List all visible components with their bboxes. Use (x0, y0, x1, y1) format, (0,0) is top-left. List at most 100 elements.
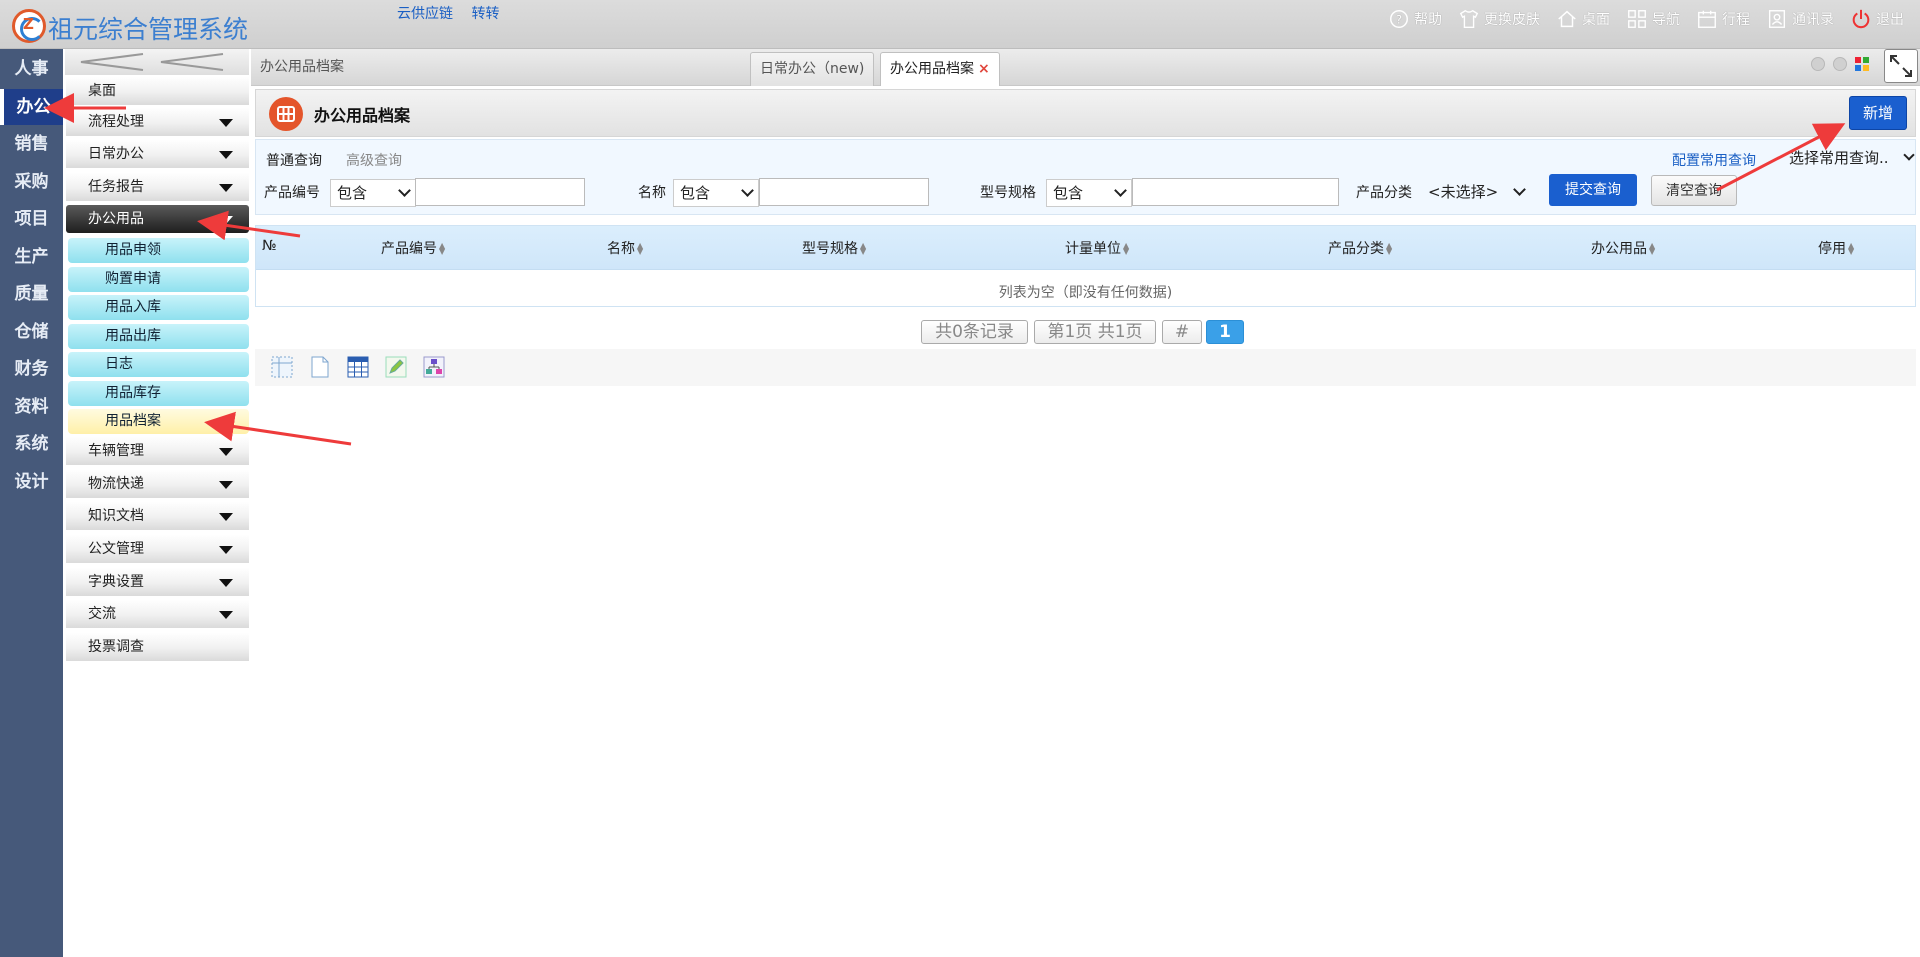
menu-item-supply-request[interactable]: 用品申领 (68, 238, 249, 263)
product-code-input[interactable] (415, 178, 585, 206)
navigation-button[interactable]: 导航 (1626, 8, 1680, 30)
caret-down-icon (219, 119, 233, 127)
select-columns-icon[interactable] (270, 355, 294, 379)
module-system[interactable]: 系统 (4, 426, 59, 462)
tree-structure-icon[interactable] (422, 355, 446, 379)
tab-advanced-query[interactable]: 高级查询 (346, 150, 402, 170)
menu-group-office-supplies[interactable]: 办公用品 (66, 205, 249, 233)
fullscreen-button[interactable] (1884, 49, 1918, 83)
sort-icon: ▲ ▼ (1386, 241, 1393, 256)
module-data[interactable]: 资料 (4, 389, 59, 425)
column-label: 办公用品 (1591, 241, 1647, 257)
name-input[interactable] (759, 178, 929, 206)
column-header-model-spec[interactable]: 型号规格 ▲ ▼ (802, 238, 866, 258)
help-button[interactable]: ? 帮助 (1388, 8, 1442, 30)
module-hr[interactable]: 人事 (4, 51, 59, 87)
page-title: 办公用品档案 (314, 106, 411, 125)
category-select[interactable]: <未选择> (1422, 179, 1530, 207)
column-label: 产品编号 (381, 241, 437, 257)
field-label-category: 产品分类 (1356, 185, 1412, 201)
menu-item-stock-out[interactable]: 用品出库 (68, 324, 249, 349)
desktop-button[interactable]: 桌面 (1556, 8, 1610, 30)
windows-icon[interactable] (1855, 57, 1869, 71)
top-right-toolbar: ? 帮助 更换皮肤 桌面 导航 行程 通讯录 退出 (1372, 6, 1904, 32)
menu-item-purchase-request[interactable]: 购置申请 (68, 267, 249, 292)
table-grid-icon[interactable] (346, 355, 370, 379)
menu-group-label: 交流 (88, 606, 116, 622)
menu-group-knowledge[interactable]: 知识文档 (66, 502, 249, 530)
model-spec-input[interactable] (1132, 178, 1339, 206)
document-icon[interactable] (308, 355, 332, 379)
schedule-label: 行程 (1722, 12, 1750, 28)
menu-group-daily-office[interactable]: 日常办公 (66, 140, 249, 168)
change-skin-label: 更换皮肤 (1484, 12, 1540, 28)
link-cloud-supply-chain[interactable]: 云供应链 (397, 6, 453, 22)
model-spec-operator-select[interactable]: 包含 (1046, 179, 1132, 207)
link-zhuanzhuan[interactable]: 转转 (471, 6, 499, 22)
data-grid: № 产品编号 ▲ ▼ 名称 ▲ ▼ 型号规格 ▲ ▼ 计量单位 ▲ ▼ 产品分类 ▲ ▼ 办公用品 ▲… (255, 225, 1916, 307)
menu-item-stock-in[interactable]: 用品入库 (68, 295, 249, 320)
calendar-icon (1698, 10, 1716, 28)
scroll-right-icon[interactable] (1833, 57, 1847, 71)
collapse-menu-button[interactable] (65, 49, 249, 75)
edit-pencil-icon[interactable] (384, 355, 408, 379)
tab-daily-office[interactable]: 日常办公（new) (750, 52, 875, 86)
app-logo-icon (12, 9, 46, 43)
menu-group-logistics[interactable]: 物流快递 (66, 470, 249, 498)
help-label: 帮助 (1414, 12, 1442, 28)
menu-group-dictionary[interactable]: 字典设置 (66, 568, 249, 596)
column-header-name[interactable]: 名称 ▲ ▼ (607, 238, 643, 258)
schedule-button[interactable]: 行程 (1696, 8, 1750, 30)
menu-item-inventory[interactable]: 用品库存 (68, 381, 249, 406)
caret-down-icon (219, 546, 233, 554)
scroll-left-icon[interactable] (1811, 57, 1825, 71)
column-label: 计量单位 (1065, 241, 1121, 257)
menu-group-communication[interactable]: 交流 (66, 600, 249, 628)
module-quality[interactable]: 质量 (4, 276, 59, 312)
module-sales[interactable]: 销售 (4, 126, 59, 162)
menu-desktop[interactable]: 桌面 (66, 77, 249, 105)
module-office[interactable]: 办公 (0, 89, 63, 125)
double-chevron-left-icon (80, 53, 224, 71)
clear-query-button[interactable]: 清空查询 (1651, 175, 1737, 206)
module-warehouse[interactable]: 仓储 (4, 314, 59, 350)
tab-supply-archive[interactable]: 办公用品档案 × (880, 52, 1000, 86)
new-button[interactable]: 新增 (1849, 96, 1907, 130)
column-header-category[interactable]: 产品分类 ▲ ▼ (1328, 238, 1392, 258)
help-icon: ? (1390, 10, 1408, 28)
grid-toolbar (255, 349, 1916, 386)
close-icon[interactable]: × (978, 61, 990, 77)
menu-group-documents[interactable]: 公文管理 (66, 535, 249, 563)
module-design[interactable]: 设计 (4, 464, 59, 500)
config-common-query-link[interactable]: 配置常用查询 (1672, 150, 1756, 170)
menu-item-voting[interactable]: 投票调查 (66, 633, 249, 661)
operator-value: 包含 (1053, 184, 1084, 202)
menu-group-workflow[interactable]: 流程处理 (66, 108, 249, 136)
menu-group-vehicle[interactable]: 车辆管理 (66, 437, 249, 465)
product-code-operator-select[interactable]: 包含 (330, 179, 416, 207)
change-skin-button[interactable]: 更换皮肤 (1458, 8, 1540, 30)
column-header-office-supply[interactable]: 办公用品 ▲ ▼ (1591, 238, 1655, 258)
contacts-button[interactable]: 通讯录 (1766, 8, 1834, 30)
logout-button[interactable]: 退出 (1850, 8, 1904, 30)
column-header-disabled[interactable]: 停用 ▲ ▼ (1818, 238, 1854, 258)
module-finance[interactable]: 财务 (4, 351, 59, 387)
module-purchase[interactable]: 采购 (4, 164, 59, 200)
tab-normal-query[interactable]: 普通查询 (266, 150, 322, 170)
sort-icon: ▲ ▼ (439, 241, 446, 256)
main-content: 办公用品档案 日常办公（new) 办公用品档案 × 办公用品档案 新增 普通查询 … (251, 49, 1920, 957)
module-project[interactable]: 项目 (4, 201, 59, 237)
column-header-number[interactable]: № (262, 238, 277, 254)
name-operator-select[interactable]: 包含 (673, 179, 759, 207)
common-query-select[interactable]: 选择常用查询.. (1785, 145, 1917, 171)
category-value: <未选择> (1428, 183, 1499, 201)
module-production[interactable]: 生产 (4, 239, 59, 275)
menu-item-log[interactable]: 日志 (68, 352, 249, 377)
menu-item-supply-archive[interactable]: 用品档案 (68, 409, 249, 434)
pager-jump-button[interactable]: # (1162, 320, 1202, 344)
submit-query-button[interactable]: 提交查询 (1549, 174, 1637, 206)
pager-current-page[interactable]: 1 (1206, 320, 1244, 344)
menu-group-task-report[interactable]: 任务报告 (66, 173, 249, 201)
column-header-unit[interactable]: 计量单位 ▲ ▼ (1065, 238, 1129, 258)
column-header-product-code[interactable]: 产品编号 ▲ ▼ (381, 238, 445, 258)
